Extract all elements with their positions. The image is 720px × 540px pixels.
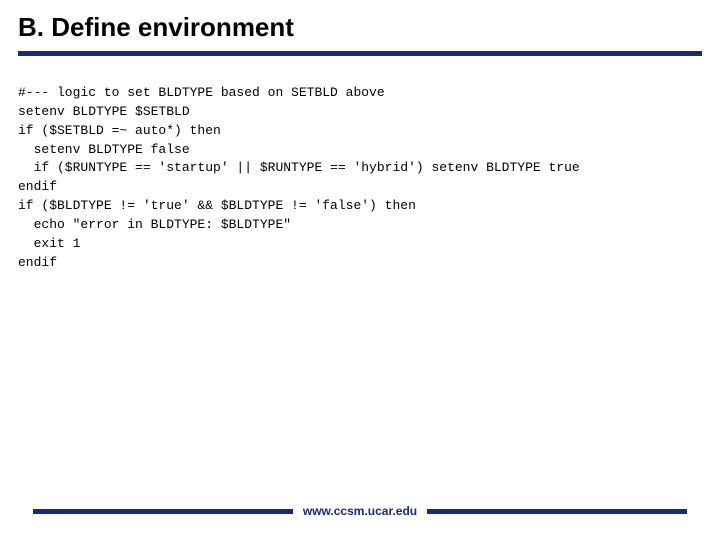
slide-title: B. Define environment [18, 12, 702, 51]
footer-text: www.ccsm.ucar.edu [303, 504, 417, 518]
slide: B. Define environment #--- logic to set … [0, 0, 720, 540]
footer-bar-right [427, 509, 687, 514]
title-divider [18, 51, 702, 56]
footer: www.ccsm.ucar.edu [0, 504, 720, 518]
code-block: #--- logic to set BLDTYPE based on SETBL… [18, 84, 702, 272]
footer-bar-left [33, 509, 293, 514]
